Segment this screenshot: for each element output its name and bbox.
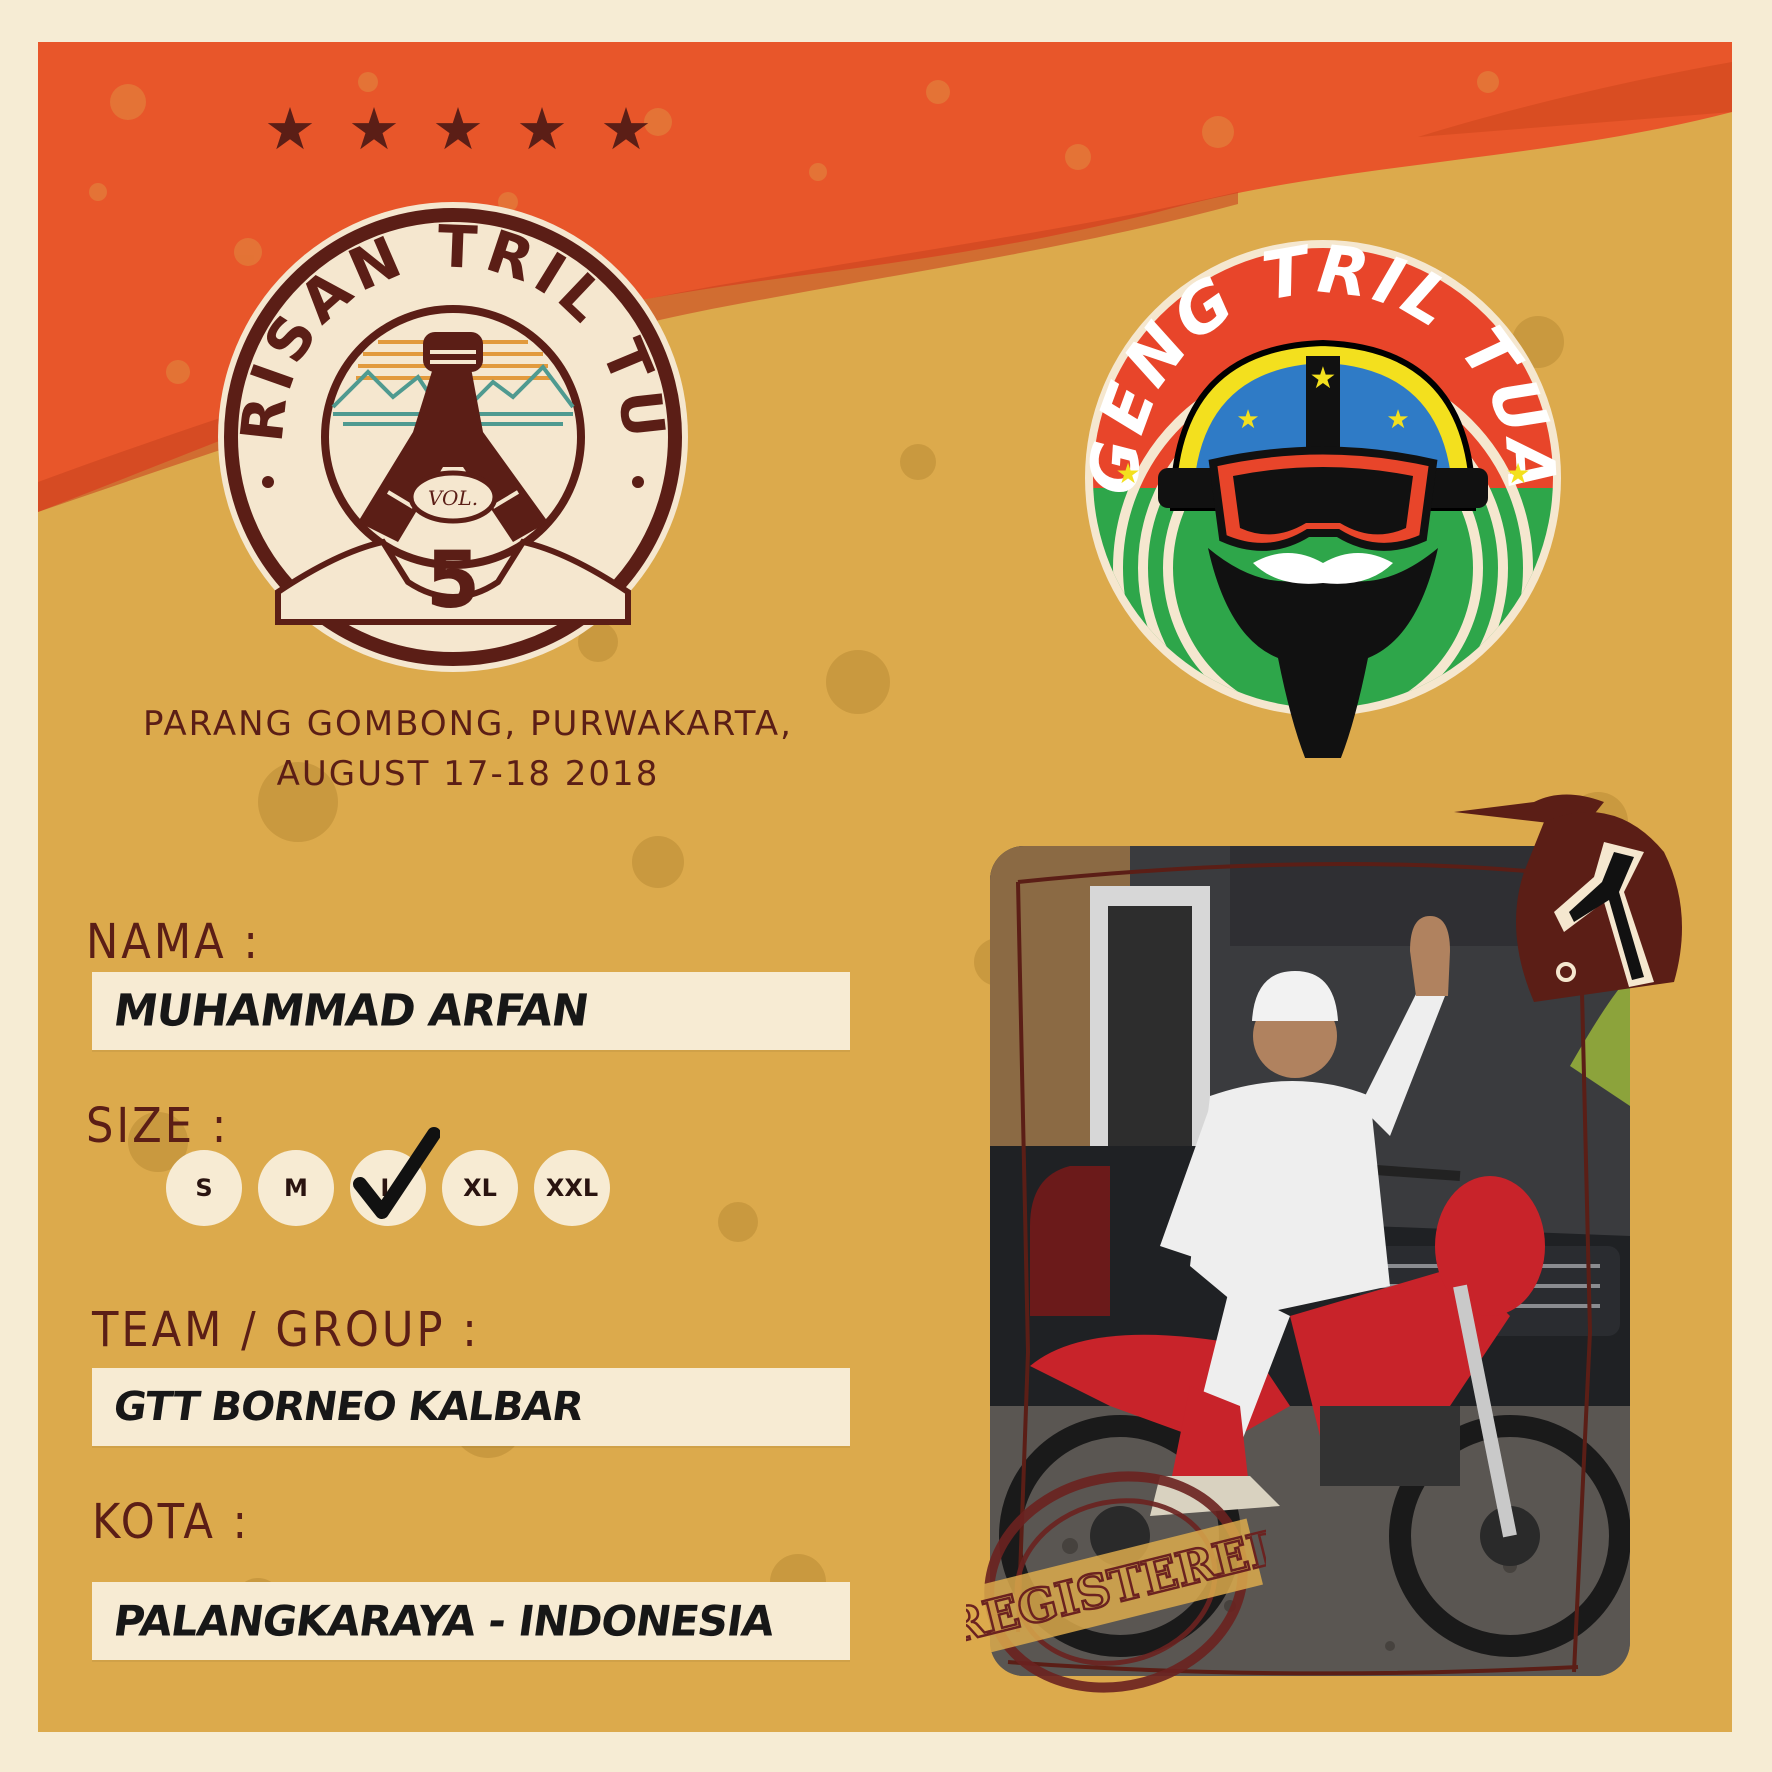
kota-value: PALANGKARAYA - INDONESIA xyxy=(110,1596,777,1646)
team-value: GTT BORNEO KALBAR xyxy=(110,1384,586,1430)
star-icon: ★ xyxy=(516,95,568,163)
event-logo: ARISAN TRIL TUA xyxy=(208,192,688,672)
event-date: AUGUST 17-18 2018 xyxy=(276,754,660,794)
registration-card: ★ ★ ★ ★ ★ ARISAN TRIL TUA xyxy=(38,42,1732,1732)
kota-label: KOTA : xyxy=(92,1494,251,1550)
checkmark-icon xyxy=(353,1127,440,1219)
event-location: PARANG GOMBONG, PURWAKARTA, xyxy=(143,704,793,744)
nama-value: MUHAMMAD ARFAN xyxy=(110,985,592,1037)
star-icon: ★ xyxy=(600,95,652,163)
svg-text:★: ★ xyxy=(1505,457,1530,490)
size-label: SIZE : xyxy=(86,1098,230,1154)
size-option-l[interactable]: L xyxy=(350,1127,440,1226)
vol-number: 5 xyxy=(426,536,480,626)
team-label: TEAM / GROUP : xyxy=(92,1302,480,1358)
size-option-m[interactable]: M xyxy=(258,1150,334,1226)
club-logo: GENG TRIL TUA ★ ★ ★ ★ ★ xyxy=(1078,238,1566,758)
star-icon: ★ xyxy=(432,95,484,163)
star-icon: ★ xyxy=(348,95,400,163)
svg-text:★: ★ xyxy=(1115,457,1140,490)
svg-text:★: ★ xyxy=(1386,405,1409,435)
nama-field[interactable]: MUHAMMAD ARFAN xyxy=(92,972,850,1050)
size-option-xl[interactable]: XL xyxy=(442,1150,518,1226)
page: ★ ★ ★ ★ ★ ARISAN TRIL TUA xyxy=(0,0,1772,1772)
star-icon: ★ xyxy=(264,95,316,163)
vol-label: VOL. xyxy=(428,486,478,510)
helmet-icon xyxy=(1454,794,1682,1002)
size-option-s[interactable]: S xyxy=(166,1150,242,1226)
size-option-xxl[interactable]: XXL xyxy=(534,1150,610,1226)
team-field[interactable]: GTT BORNEO KALBAR xyxy=(92,1368,850,1446)
registered-stamp: REGISTERED xyxy=(966,1471,1266,1693)
svg-text:★: ★ xyxy=(1310,361,1337,396)
svg-text:★: ★ xyxy=(1236,405,1259,435)
kota-field[interactable]: PALANGKARAYA - INDONESIA xyxy=(92,1582,850,1660)
nama-label: NAMA : xyxy=(86,914,261,970)
